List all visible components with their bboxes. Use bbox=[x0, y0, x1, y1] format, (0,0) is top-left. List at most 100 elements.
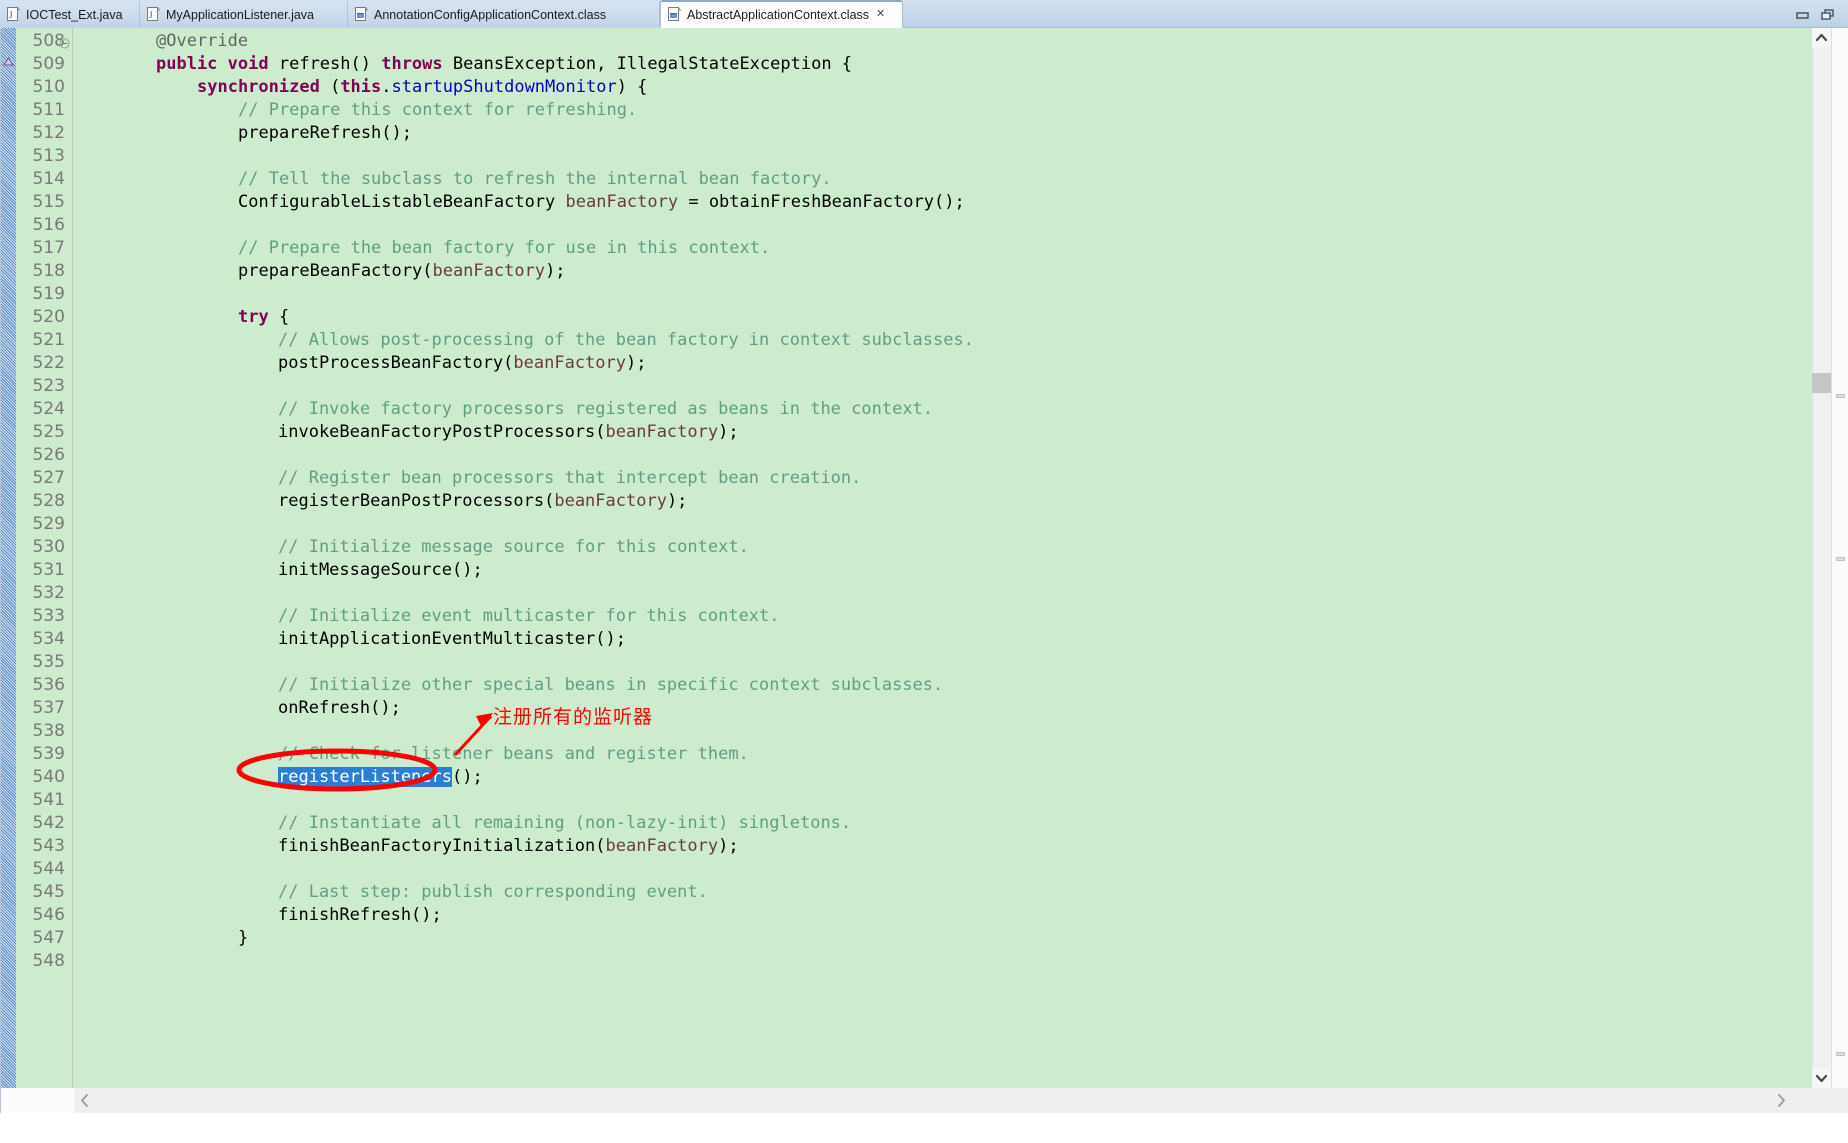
line-number: 536 bbox=[32, 675, 65, 695]
code-line[interactable]: synchronized (this.startupShutdownMonito… bbox=[197, 76, 647, 99]
code-line[interactable]: // Last step: publish corresponding even… bbox=[278, 881, 708, 904]
code-token: ); bbox=[626, 353, 647, 373]
line-number: 516 bbox=[32, 215, 65, 235]
line-number: 524 bbox=[32, 399, 65, 419]
line-number: 543 bbox=[32, 836, 65, 856]
code-token: = obtainFreshBeanFactory(); bbox=[678, 192, 965, 212]
code-line[interactable]: } bbox=[238, 927, 248, 950]
line-number: 539 bbox=[32, 744, 65, 764]
code-line[interactable]: initMessageSource(); bbox=[278, 559, 483, 582]
code-line[interactable]: // Prepare the bean factory for use in t… bbox=[238, 237, 770, 260]
code-token: // Prepare this context for refreshing. bbox=[238, 100, 638, 120]
code-token: // Instantiate all remaining (non-lazy-i… bbox=[278, 813, 852, 833]
code-line[interactable]: initApplicationEventMulticaster(); bbox=[278, 628, 626, 651]
selected-token: registerListeners bbox=[278, 767, 452, 787]
line-number: 511 bbox=[32, 100, 65, 120]
scrollbar-corner bbox=[1, 1088, 74, 1113]
overview-ruler[interactable] bbox=[1832, 28, 1848, 1088]
tab-label: IOCTest_Ext.java bbox=[26, 7, 123, 22]
code-line[interactable]: registerBeanPostProcessors(beanFactory); bbox=[278, 490, 687, 513]
class-file-icon: 010 bbox=[668, 7, 682, 22]
java-file-icon: J bbox=[147, 7, 161, 22]
line-number: 541 bbox=[32, 790, 65, 810]
code-token: public bbox=[156, 54, 218, 74]
vertical-scrollbar-track[interactable] bbox=[1812, 28, 1831, 1088]
line-number: 515 bbox=[32, 192, 65, 212]
code-line[interactable]: prepareRefresh(); bbox=[238, 122, 412, 145]
code-token: ) { bbox=[616, 77, 648, 97]
code-line[interactable]: onRefresh(); bbox=[278, 697, 401, 720]
scroll-left-button[interactable] bbox=[74, 1088, 96, 1113]
code-line[interactable]: // Tell the subclass to refresh the inte… bbox=[238, 168, 832, 191]
line-number: 526 bbox=[32, 445, 65, 465]
code-text-area[interactable]: @Override public void refresh() throws Be… bbox=[74, 28, 1537, 1088]
line-number: 520 bbox=[32, 307, 65, 327]
code-line[interactable]: // Instantiate all remaining (non-lazy-i… bbox=[278, 812, 851, 835]
code-token: refresh() bbox=[268, 54, 382, 74]
code-token: beanFactory bbox=[605, 422, 719, 442]
code-token: throws bbox=[381, 54, 443, 74]
editor-tab-4[interactable]: 010 AbstractApplicationContext.class ✕ bbox=[660, 0, 903, 28]
editor-tab-2[interactable]: J MyApplicationListener.java bbox=[140, 1, 348, 28]
java-file-icon: J bbox=[7, 7, 21, 22]
code-line[interactable]: invokeBeanFactoryPostProcessors(beanFact… bbox=[278, 421, 739, 444]
code-line[interactable]: finishBeanFactoryInitialization(beanFact… bbox=[278, 835, 739, 858]
code-line[interactable]: public void refresh() throws BeansExcept… bbox=[156, 53, 852, 76]
scroll-down-button[interactable] bbox=[1812, 1069, 1831, 1088]
code-line[interactable]: // Register bean processors that interce… bbox=[278, 467, 861, 490]
horizontal-scrollbar-track[interactable] bbox=[1, 1088, 1848, 1113]
maximize-icon[interactable] bbox=[1821, 8, 1835, 20]
code-line[interactable]: prepareBeanFactory(beanFactory); bbox=[238, 260, 566, 283]
code-token: finishBeanFactoryInitialization( bbox=[278, 836, 606, 856]
svg-text:J: J bbox=[149, 10, 153, 20]
code-fold-collapse-icon[interactable] bbox=[59, 36, 70, 49]
code-line[interactable]: // Prepare this context for refreshing. bbox=[238, 99, 637, 122]
editor-tab-bar: J IOCTest_Ext.java J MyApplicationListen… bbox=[0, 0, 1848, 28]
code-line[interactable]: @Override bbox=[156, 30, 248, 53]
code-line[interactable]: // Invoke factory processors registered … bbox=[278, 398, 933, 421]
code-token: // Last step: publish corresponding even… bbox=[278, 882, 708, 902]
line-number: 509 bbox=[32, 54, 65, 74]
line-number: 513 bbox=[32, 146, 65, 166]
code-line[interactable]: // Initialize message source for this co… bbox=[278, 536, 749, 559]
line-number: 527 bbox=[32, 468, 65, 488]
tab-close-icon[interactable]: ✕ bbox=[876, 9, 885, 20]
code-token: onRefresh(); bbox=[278, 698, 401, 718]
code-token: BeansException, IllegalStateException { bbox=[442, 54, 853, 74]
code-line[interactable]: registerListeners(); bbox=[278, 766, 483, 789]
code-editor[interactable]: 508 509 510 511 512 513 514 515 516 517 518 519 520 5… bbox=[0, 28, 1848, 1113]
tab-label: AbstractApplicationContext.class bbox=[687, 7, 870, 22]
code-token: { bbox=[268, 307, 290, 327]
vertical-scrollbar-thumb[interactable] bbox=[1812, 373, 1831, 393]
line-number: 533 bbox=[32, 606, 65, 626]
code-line[interactable]: finishRefresh(); bbox=[278, 904, 442, 927]
code-token: prepareRefresh(); bbox=[238, 123, 412, 143]
tab-label: AnnotationConfigApplicationContext.class bbox=[374, 7, 607, 22]
line-number: 537 bbox=[32, 698, 65, 718]
scroll-up-button[interactable] bbox=[1812, 28, 1831, 47]
code-token: // Prepare the bean factory for use in t… bbox=[238, 238, 771, 258]
minimize-icon[interactable] bbox=[1796, 8, 1810, 20]
code-line[interactable]: postProcessBeanFactory(beanFactory); bbox=[278, 352, 646, 375]
code-line[interactable]: ConfigurableListableBeanFactory beanFact… bbox=[238, 191, 965, 214]
line-number: 545 bbox=[32, 882, 65, 902]
code-token: beanFactory bbox=[554, 491, 667, 511]
overview-ruler-mark bbox=[1836, 1052, 1845, 1056]
line-number: 547 bbox=[32, 928, 65, 948]
code-line[interactable]: // Initialize other special beans in spe… bbox=[278, 674, 943, 697]
code-token: void bbox=[227, 54, 269, 74]
code-line[interactable]: try { bbox=[238, 306, 289, 329]
editor-tab-3[interactable]: 010 AnnotationConfigApplicationContext.c… bbox=[348, 1, 660, 28]
scroll-right-button[interactable] bbox=[1771, 1088, 1793, 1113]
editor-tab-1[interactable]: J IOCTest_Ext.java bbox=[0, 1, 140, 28]
marker-overview-ruler[interactable] bbox=[1, 28, 16, 1088]
code-token: startupShutdownMonitor bbox=[391, 77, 617, 97]
code-line[interactable]: // Allows post-processing of the bean fa… bbox=[278, 329, 974, 352]
code-token: beanFactory bbox=[565, 192, 679, 212]
line-number: 521 bbox=[32, 330, 65, 350]
code-token: this bbox=[340, 77, 382, 97]
watermark-text: https://blog.csdn.net/yerenyuan_pku bbox=[1338, 1112, 1606, 1129]
code-line[interactable]: // Initialize event multicaster for this… bbox=[278, 605, 780, 628]
code-line[interactable]: // Check for listener beans and register… bbox=[278, 743, 749, 766]
